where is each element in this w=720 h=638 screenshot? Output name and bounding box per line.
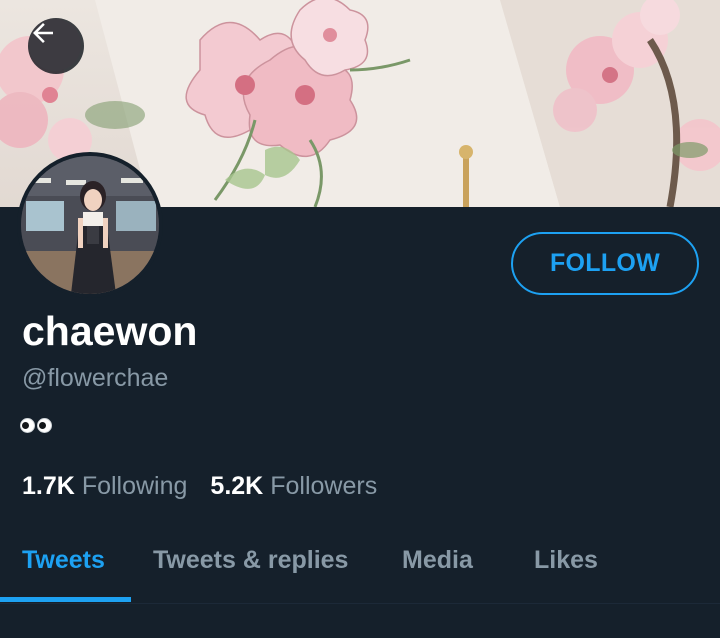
profile-screen: FOLLOW chaewon @flowerchae 1.7K Following…: [0, 0, 720, 638]
profile-bio: [20, 418, 52, 433]
avatar-image: [21, 156, 159, 294]
follow-button[interactable]: FOLLOW: [511, 232, 699, 295]
tabs-divider: [0, 603, 720, 604]
tab-tweets[interactable]: Tweets: [22, 546, 105, 575]
active-tab-indicator: [0, 597, 131, 602]
following-stat[interactable]: 1.7K Following: [22, 472, 187, 501]
followers-label: Followers: [270, 472, 378, 500]
eyes-emoji: [20, 418, 35, 433]
profile-name: chaewon: [22, 308, 198, 354]
profile-stats: 1.7K Following 5.2K Followers: [22, 472, 377, 501]
followers-count: 5.2K: [210, 472, 264, 500]
following-count: 1.7K: [22, 472, 75, 500]
following-label: Following: [81, 472, 188, 500]
avatar[interactable]: [17, 152, 163, 298]
tab-tweets-replies[interactable]: Tweets & replies: [153, 546, 348, 575]
profile-handle: @flowerchae: [22, 364, 169, 392]
followers-stat[interactable]: 5.2K Followers: [210, 472, 377, 501]
arrow-left-icon: [33, 23, 53, 43]
tab-likes[interactable]: Likes: [534, 546, 598, 575]
back-button[interactable]: [28, 18, 84, 74]
eyes-emoji: [37, 418, 52, 433]
profile-tabs: Tweets Tweets & replies Media Likes: [0, 528, 720, 602]
tab-media[interactable]: Media: [402, 546, 473, 575]
